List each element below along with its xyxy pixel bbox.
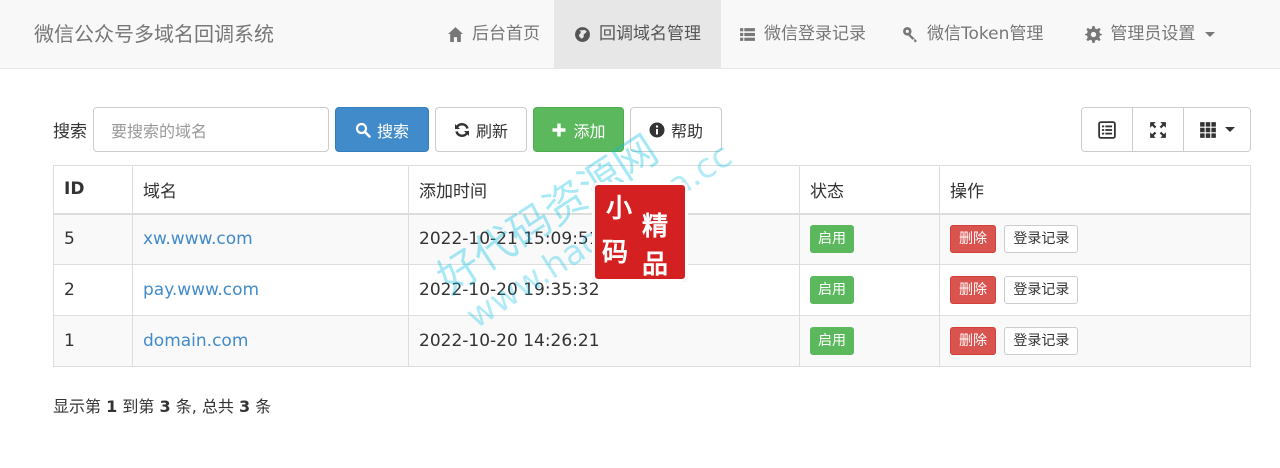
info-icon <box>649 122 665 137</box>
search-button-label: 搜索 <box>376 121 409 141</box>
domain-link[interactable]: pay.www.com <box>143 280 259 300</box>
cell-id: 2 <box>53 264 133 316</box>
column-header-status[interactable]: 状态 <box>799 165 940 215</box>
home-icon <box>448 26 463 42</box>
cell-domain: xw.www.com <box>132 213 409 265</box>
refresh-icon <box>454 122 469 137</box>
nav-menu: 后台首页 回调域名管理 微信登录记录 微信Token管理 管理员设置 <box>433 0 1225 68</box>
column-header-time[interactable]: 添加时间 <box>408 165 800 215</box>
pagination-info: 显示第 1 到第 3 条, 总共 3 条 <box>53 393 271 417</box>
pagination-to: 3 <box>159 397 171 416</box>
caret-down-icon <box>1205 31 1216 37</box>
nav-item-label: 微信Token管理 <box>927 24 1044 44</box>
pagination-from: 1 <box>106 397 118 416</box>
navbar: 微信公众号多域名回调系统 后台首页 回调域名管理 微信登录记录 微信Token管… <box>0 0 1280 69</box>
help-button-label: 帮助 <box>670 121 703 141</box>
column-header-id[interactable]: ID <box>53 165 133 215</box>
cell-time: 2022-10-20 14:26:21 <box>408 315 800 367</box>
table-row: 1 domain.com 2022-10-20 14:26:21 启用 删除 登… <box>53 315 1251 367</box>
cell-status: 启用 <box>799 213 940 265</box>
login-log-button[interactable]: 登录记录 <box>1004 225 1079 254</box>
cell-id: 5 <box>53 213 133 265</box>
table-row: 5 xw.www.com 2022-10-21 15:09:51 启用 删除 登… <box>53 213 1251 265</box>
cell-domain: domain.com <box>132 315 409 367</box>
pagination-mid: 到第 <box>122 397 155 416</box>
pagination-mid2: 条, 总共 <box>175 397 234 416</box>
nav-item-login-log[interactable]: 微信登录记录 <box>721 0 884 68</box>
brand-title[interactable]: 微信公众号多域名回调系统 <box>34 0 274 69</box>
list-icon <box>740 27 755 41</box>
search-button[interactable]: 搜索 <box>335 107 429 152</box>
grid-icon <box>1200 121 1216 138</box>
globe-icon <box>575 26 590 42</box>
delete-button[interactable]: 删除 <box>950 225 996 254</box>
toggle-view-button[interactable] <box>1082 108 1133 151</box>
nav-item-home[interactable]: 后台首页 <box>433 0 554 68</box>
cell-time: 2022-10-20 19:35:32 <box>408 264 800 316</box>
nav-item-label: 微信登录记录 <box>764 24 866 44</box>
fullscreen-button[interactable] <box>1133 108 1184 151</box>
pagination-total: 3 <box>238 397 251 416</box>
search-icon <box>355 122 371 138</box>
delete-button[interactable]: 删除 <box>950 276 996 304</box>
column-header-actions: 操作 <box>939 165 1251 215</box>
columns-button[interactable] <box>1184 108 1250 151</box>
column-header-domain[interactable]: 域名 <box>132 165 409 215</box>
domain-link[interactable]: xw.www.com <box>143 229 253 249</box>
cell-actions: 删除 登录记录 <box>939 213 1251 265</box>
delete-button[interactable]: 删除 <box>950 327 996 355</box>
cell-actions: 删除 登录记录 <box>939 315 1251 367</box>
nav-item-label: 回调域名管理 <box>599 24 701 44</box>
list-alt-icon <box>1098 120 1116 139</box>
refresh-button[interactable]: 刷新 <box>435 107 527 152</box>
domain-table: ID 域名 添加时间 状态 操作 5 xw.www.com 2022-10-21… <box>53 165 1251 367</box>
help-button[interactable]: 帮助 <box>630 107 722 152</box>
domain-link[interactable]: domain.com <box>143 331 248 351</box>
cell-status: 启用 <box>799 264 940 316</box>
search-input[interactable]: 要搜索的域名 <box>93 107 329 152</box>
nav-item-label: 后台首页 <box>472 24 540 44</box>
plus-icon <box>552 123 566 136</box>
cell-time: 2022-10-21 15:09:51 <box>408 213 800 265</box>
table-tools <box>1081 107 1251 152</box>
table-row: 2 pay.www.com 2022-10-20 19:35:32 启用 删除 … <box>53 264 1251 316</box>
caret-down-icon <box>1225 127 1235 132</box>
search-toolbar: 搜索 要搜索的域名 搜索 刷新 添加 帮助 <box>53 107 722 152</box>
nav-item-label: 管理员设置 <box>1110 24 1196 44</box>
add-button-label: 添加 <box>573 121 606 141</box>
nav-item-domain-manage[interactable]: 回调域名管理 <box>554 0 721 68</box>
login-log-button[interactable]: 登录记录 <box>1004 327 1079 355</box>
status-badge[interactable]: 启用 <box>810 327 854 355</box>
nav-item-token-manage[interactable]: 微信Token管理 <box>884 0 1061 68</box>
search-label: 搜索 <box>53 122 87 142</box>
nav-item-admin-settings[interactable]: 管理员设置 <box>1061 0 1225 68</box>
key-icon <box>903 26 917 42</box>
fullscreen-icon <box>1150 121 1166 138</box>
pagination-prefix: 显示第 <box>53 397 102 416</box>
status-badge[interactable]: 启用 <box>810 276 854 304</box>
status-badge[interactable]: 启用 <box>810 225 854 254</box>
search-placeholder: 要搜索的域名 <box>111 121 208 141</box>
add-button[interactable]: 添加 <box>533 107 624 152</box>
cell-domain: pay.www.com <box>132 264 409 316</box>
cell-actions: 删除 登录记录 <box>939 264 1251 316</box>
gear-icon <box>1085 25 1103 43</box>
refresh-button-label: 刷新 <box>475 121 508 141</box>
login-log-button[interactable]: 登录记录 <box>1004 276 1079 304</box>
table-header-row: ID 域名 添加时间 状态 操作 <box>53 165 1251 215</box>
cell-id: 1 <box>53 315 133 367</box>
cell-status: 启用 <box>799 315 940 367</box>
pagination-suffix: 条 <box>255 397 272 416</box>
